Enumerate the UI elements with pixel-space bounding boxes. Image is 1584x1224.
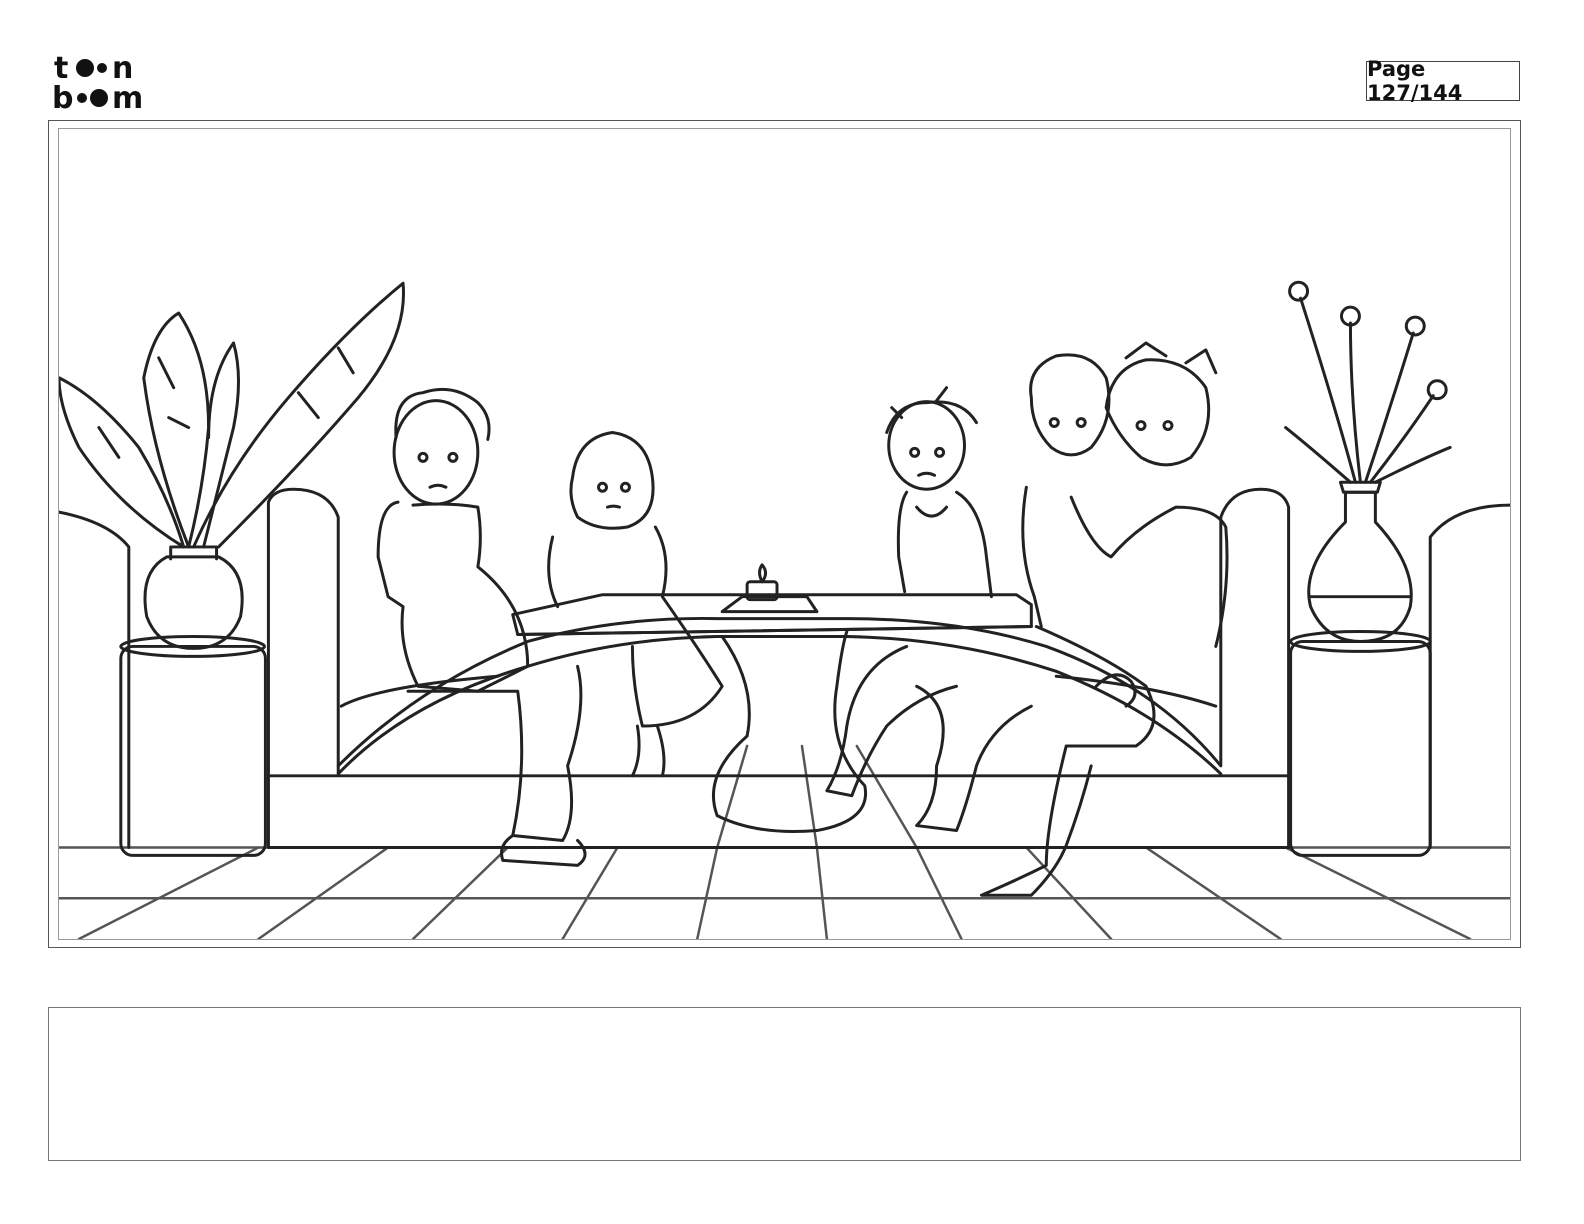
svg-text:m: m <box>112 81 143 112</box>
svg-text:b: b <box>52 81 73 112</box>
storyboard-panel[interactable] <box>48 120 1521 948</box>
page-number-badge: Page 127/144 <box>1366 57 1520 105</box>
panel-drawing-area <box>58 128 1511 940</box>
panel-notes-box[interactable] <box>48 1007 1521 1161</box>
storyboard-sketch-icon <box>59 280 1510 939</box>
toonboom-logo: t n b m <box>52 51 143 112</box>
